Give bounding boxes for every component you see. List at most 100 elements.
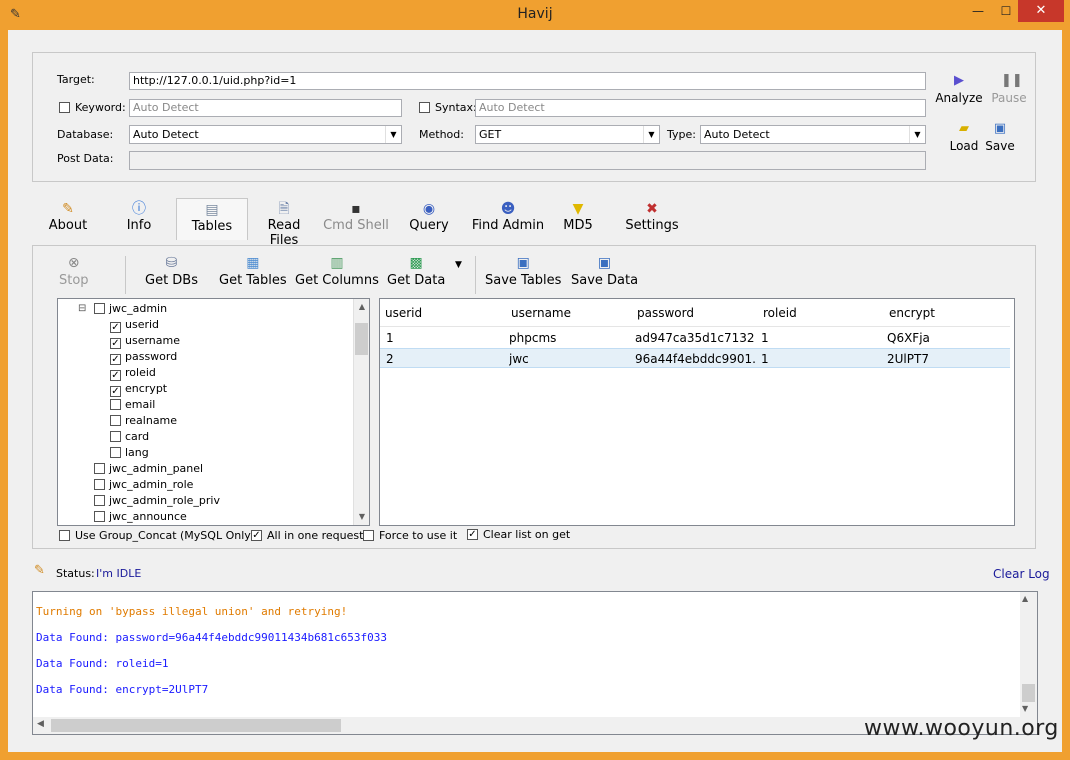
tree-node[interactable]: ✓ username — [110, 333, 180, 349]
schema-tree: ⊟ jwc_admin ✓ userid ✓ username ✓ password ✓ role… — [57, 298, 370, 526]
clear-log-link[interactable]: Clear Log — [993, 567, 1050, 581]
query-icon: ◉ — [422, 201, 436, 217]
tree-node[interactable]: jwc_announce — [94, 509, 187, 525]
save-data-button[interactable]: ▣ Save Data — [571, 254, 638, 288]
tree-node[interactable]: jwc_admin_panel — [94, 461, 203, 477]
collapse-icon[interactable]: ⊟ — [78, 301, 86, 317]
tab-label: Tables — [191, 219, 233, 234]
get-tables-button[interactable]: ▦ Get Tables — [219, 254, 287, 288]
tree-node[interactable]: ✓ password — [110, 349, 177, 365]
save-data-label: Save Data — [571, 273, 639, 288]
tree-node[interactable]: jwc_admin_role_priv — [94, 493, 220, 509]
minimize-button[interactable]: — — [964, 0, 992, 22]
save-button[interactable]: ▣ Save — [976, 121, 1024, 153]
tab-md5[interactable]: ▼ MD5 — [556, 198, 600, 238]
tree-checkbox[interactable] — [110, 447, 121, 458]
table-row[interactable]: 2 jwc 96a44f4ebddc9901... 1 2UlPT7 — [380, 348, 1010, 368]
tree-node[interactable]: email — [110, 397, 155, 413]
maximize-button[interactable]: ☐ — [992, 0, 1020, 22]
tree-checkbox[interactable] — [110, 399, 121, 410]
tree-node[interactable]: ✓ roleid — [110, 365, 156, 381]
close-button[interactable]: ✕ — [1018, 0, 1064, 22]
scroll-down-icon[interactable]: ▼ — [1022, 704, 1028, 713]
syntax-input[interactable]: Auto Detect — [475, 99, 926, 117]
tree-checkbox[interactable]: ✓ — [110, 386, 121, 397]
type-select[interactable]: Auto Detect ▼ — [700, 125, 926, 144]
column-header[interactable]: encrypt — [884, 299, 1010, 327]
pause-button[interactable]: ❚❚ Pause — [985, 73, 1033, 105]
title-bar: ✎ Havij — ☐ ✕ — [0, 0, 1070, 30]
method-select[interactable]: GET ▼ — [475, 125, 660, 144]
group-concat-checkbox[interactable] — [59, 530, 70, 541]
scroll-thumb[interactable] — [355, 323, 368, 355]
get-dbs-button[interactable]: ⛁ Get DBs — [145, 254, 198, 288]
tree-checkbox[interactable] — [94, 511, 105, 522]
database-value: Auto Detect — [133, 128, 199, 141]
column-header[interactable]: username — [506, 299, 632, 327]
log-vscrollbar[interactable]: ▲ ▼ — [1020, 592, 1037, 734]
stop-button[interactable]: ⊗ Stop — [59, 254, 89, 288]
table-cell: Q6XFja — [887, 331, 930, 345]
tree-checkbox[interactable]: ✓ — [110, 370, 121, 381]
pause-icon: ❚❚ — [1001, 73, 1023, 88]
data-grid: userid username password roleid encrypt 1 php… — [379, 298, 1015, 526]
scroll-up-icon[interactable]: ▲ — [354, 299, 369, 315]
tree-checkbox[interactable] — [110, 415, 121, 426]
table-row[interactable]: 1 phpcms ad947ca35d1c7132... 1 Q6XFja — [380, 328, 1010, 348]
tree-scrollbar[interactable]: ▲ ▼ — [353, 299, 369, 525]
tree-node[interactable]: ✓ encrypt — [110, 381, 167, 397]
force-checkbox[interactable] — [363, 530, 374, 541]
keyword-input[interactable]: Auto Detect — [129, 99, 402, 117]
tab-query[interactable]: ◉ Query — [404, 198, 454, 238]
tab-find-admin[interactable]: ☻ Find Admin — [466, 198, 550, 238]
table-cell: jwc — [509, 352, 529, 366]
tab-settings[interactable]: ✖ Settings — [620, 198, 684, 238]
syntax-checkbox[interactable] — [419, 102, 430, 113]
column-header[interactable]: roleid — [758, 299, 884, 327]
postdata-input[interactable] — [129, 151, 926, 170]
tree-checkbox[interactable]: ✓ — [110, 322, 121, 333]
tree-checkbox[interactable]: ✓ — [110, 338, 121, 349]
tab-info[interactable]: ⓘ Info — [112, 198, 166, 238]
terminal-icon: ▪ — [351, 201, 361, 217]
column-header[interactable]: password — [632, 299, 758, 327]
floppy-icon: ▣ — [993, 121, 1007, 136]
tab-about[interactable]: ✎ About — [40, 198, 96, 238]
tree-node[interactable]: ✓ userid — [110, 317, 159, 333]
tab-tables[interactable]: ▤ Tables — [176, 198, 248, 240]
havij-window: ✎ Havij — ☐ ✕ Target: http://127.0.0.1/u… — [0, 0, 1070, 760]
scroll-thumb[interactable] — [51, 719, 341, 732]
database-select[interactable]: Auto Detect ▼ — [129, 125, 402, 144]
tree-checkbox[interactable]: ✓ — [110, 354, 121, 365]
scroll-left-icon[interactable]: ◀ — [37, 719, 44, 729]
tree-node[interactable]: lang — [110, 445, 149, 461]
save-tables-button[interactable]: ▣ Save Tables — [485, 254, 561, 288]
tree-node[interactable]: jwc_admin_role — [94, 477, 193, 493]
scroll-thumb[interactable] — [1022, 684, 1035, 702]
tab-read-files[interactable]: 🗎 Read Files — [252, 198, 316, 248]
clear-list-checkbox[interactable]: ✓ — [467, 529, 478, 540]
scroll-up-icon[interactable]: ▲ — [1022, 594, 1028, 603]
analyze-button[interactable]: ▶ Analyze — [935, 73, 983, 105]
target-input[interactable]: http://127.0.0.1/uid.php?id=1 — [129, 72, 926, 90]
keyword-checkbox[interactable] — [59, 102, 70, 113]
tab-label: Read Files — [267, 218, 301, 248]
tree-checkbox[interactable] — [94, 495, 105, 506]
tree-checkbox[interactable] — [94, 303, 105, 314]
get-columns-button[interactable]: ▥ Get Columns — [295, 254, 379, 288]
tree-node[interactable]: ⊟ jwc_admin — [78, 301, 167, 317]
tree-checkbox[interactable] — [110, 431, 121, 442]
all-in-one-checkbox[interactable]: ✓ — [251, 530, 262, 541]
tree-node[interactable]: card — [110, 429, 149, 445]
get-data-dropdown[interactable]: ▼ — [455, 260, 462, 270]
table-grid-icon: ▦ — [246, 255, 260, 271]
get-data-button[interactable]: ▩ Get Data — [387, 254, 445, 288]
window-title: Havij — [517, 6, 553, 22]
tree-checkbox[interactable] — [94, 479, 105, 490]
scroll-down-icon[interactable]: ▼ — [354, 509, 369, 525]
column-header[interactable]: userid — [380, 299, 506, 327]
tree-checkbox[interactable] — [94, 463, 105, 474]
tree-node[interactable]: realname — [110, 413, 177, 429]
method-label: Method: — [419, 128, 464, 141]
tab-cmd-shell[interactable]: ▪ Cmd Shell — [322, 198, 390, 238]
